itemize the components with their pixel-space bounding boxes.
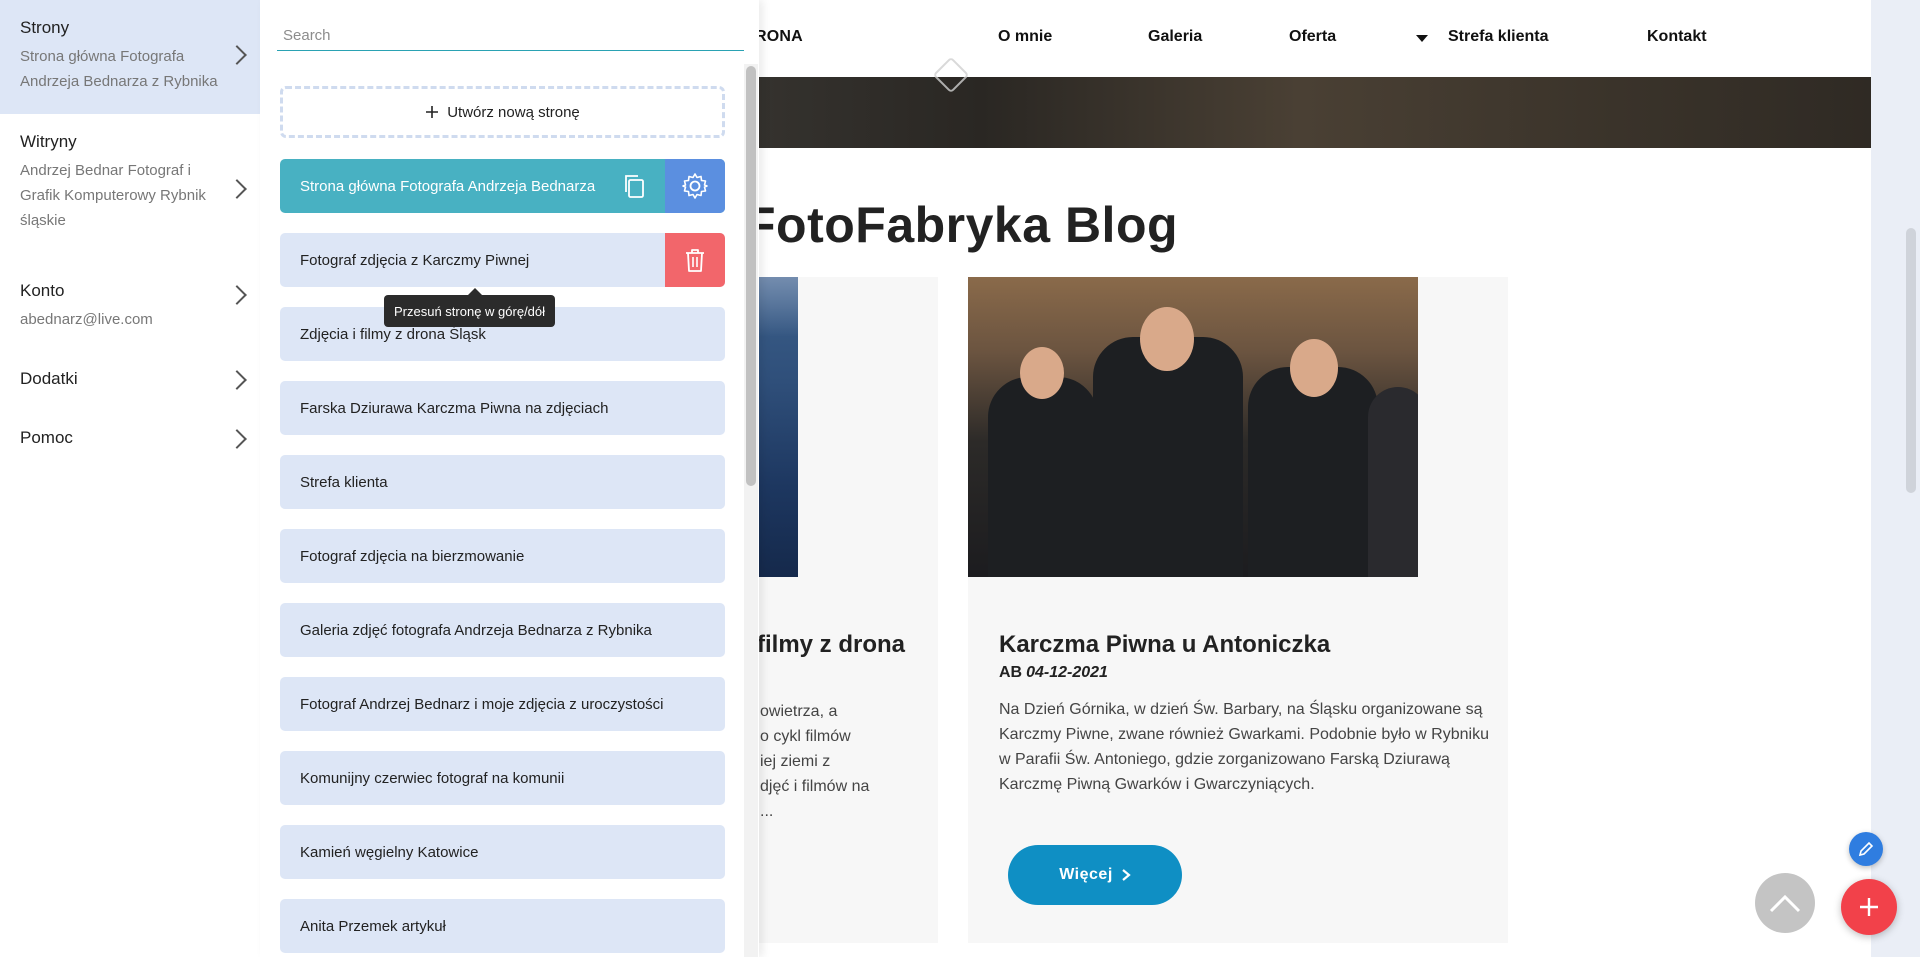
pages-panel: Utwórz nową stronę Strona główna Fotogra… [260,0,759,957]
page-item-label: Farska Dziurawa Karczma Piwna na zdjęcia… [300,399,609,417]
site-nav-kontakt[interactable]: Kontakt [1647,28,1707,46]
site-nav-strefa-klienta[interactable]: Strefa klienta [1448,28,1548,46]
blog-card-right-title[interactable]: Karczma Piwna u Antoniczka [999,631,1330,659]
chevron-up-icon [1769,894,1801,913]
page-item-label: Fotograf Andrzej Bednarz i moje zdjęcia … [300,695,664,713]
photo-person-head [1290,339,1338,397]
edit-button[interactable] [1849,832,1883,866]
blog-card-left-title[interactable]: filmy z drona [757,631,905,659]
page-scrollbar[interactable] [1906,228,1916,493]
nav-section-dodatki[interactable]: Dodatki [0,351,260,410]
page-item[interactable]: Anita Przemek artykuł [280,899,725,953]
page-item-label: Fotograf zdjęcia z Karczmy Piwnej [300,251,530,269]
page-item-label: Galeria zdjęć fotografa Andrzeja Bednarz… [300,621,652,639]
blog-card-author: AB [999,664,1023,681]
hero-image-strip [600,77,1871,148]
page-item-label: Zdjęcia i filmy z drona Śląsk [300,325,486,343]
site-nav-oferta[interactable]: Oferta [1289,28,1336,46]
plus-icon [1860,898,1878,916]
nav-section-strony[interactable]: Strony Strona główna Fotografa Andrzeja … [0,0,260,114]
site-nav-o-mnie[interactable]: O mnie [998,28,1052,46]
page-item-label: Kamień węgielny Katowice [300,843,479,861]
create-new-page-label: Utwórz nową stronę [447,103,580,121]
photo-person [1093,337,1243,577]
trash-icon [686,249,704,272]
nav-section-konto[interactable]: Konto abednarz@live.com [0,263,260,351]
nav-section-title: Pomoc [20,428,73,447]
create-new-page-button[interactable]: Utwórz nową stronę [280,86,725,138]
page-item[interactable]: Galeria zdjęć fotografa Andrzeja Bednarz… [280,603,725,657]
nav-section-title: Strony [20,18,70,37]
nav-section-title: Konto [20,281,65,300]
search-input[interactable] [277,20,744,51]
blog-card-left-text-line: djęć i filmów na [760,778,870,795]
page-item[interactable]: Fotograf Andrzej Bednarz i moje zdjęcia … [280,677,725,731]
copy-icon [625,175,644,198]
photo-person [1368,387,1418,577]
nav-section-title: Dodatki [20,369,78,388]
chevron-right-icon [227,45,247,65]
caret-down-icon[interactable] [1416,35,1428,42]
more-button-label: Więcej [1059,866,1113,883]
delete-page-button[interactable] [665,233,725,287]
gear-icon [682,173,708,199]
blog-card-left-text-line: iej ziemi z [760,753,831,770]
page-item-label: Anita Przemek artykuł [300,917,446,935]
page-item-label: Komunijny czerwiec fotograf na komunii [300,769,565,787]
page-settings-button[interactable] [665,159,725,213]
photo-person-head [1020,347,1064,399]
page-item[interactable]: Fotograf zdjęcia z Karczmy Piwnej [280,233,725,287]
page-item[interactable]: Kamień węgielny Katowice [280,825,725,879]
blog-card-right-text: Na Dzień Górnika, w dzień Św. Barbary, n… [999,701,1489,793]
add-element-button[interactable] [1841,879,1897,935]
chevron-right-icon [227,179,247,199]
more-button[interactable]: Więcej [1008,845,1182,905]
plus-icon [426,106,439,118]
page-item-label: Strefa klienta [300,473,388,491]
photo-person [988,377,1098,577]
blog-card-left-text-line: owietrza, a [760,703,838,720]
blog-title: FotoFabryka Blog [745,197,1179,253]
tooltip: Przesuń stronę w górę/dół [384,288,556,327]
page-item[interactable]: Fotograf zdjęcia na bierzmowanie [280,529,725,583]
page-item[interactable]: Komunijny czerwiec fotograf na komunii [280,751,725,805]
page-item[interactable]: Farska Dziurawa Karczma Piwna na zdjęcia… [280,381,725,435]
photo-person [1248,367,1378,577]
nav-section-subtitle: abednarz@live.com [20,311,153,328]
nav-section-title: Witryny [20,132,77,151]
page-item-label: Strona główna Fotografa Andrzeja Bednarz… [300,177,596,195]
site-brand[interactable]: RONA [755,28,803,46]
editor-left-nav: Strony Strona główna Fotografa Andrzeja … [0,0,260,957]
chevron-right-icon [1122,869,1131,881]
blog-card-left-text-line: o cykl filmów [760,728,851,745]
pages-scrollbar-thumb[interactable] [746,66,756,486]
nav-section-witryny[interactable]: Witryny Andrzej Bednar Fotograf i Grafik… [0,114,260,263]
nav-section-subtitle: Strona główna Fotografa Andrzeja Bednarz… [20,48,218,90]
blog-card-right-image[interactable] [968,277,1418,577]
photo-person-head [1140,307,1194,371]
blog-card-left-text: owietrza, a o cykl filmów iej ziemi z dj… [760,699,880,824]
blog-card-right-meta: AB 04-12-2021 [999,664,1108,682]
nav-section-subtitle: Andrzej Bednar Fotograf i Grafik Kompute… [20,162,206,229]
pencil-icon [1858,841,1874,857]
nav-section-pomoc[interactable]: Pomoc [0,410,260,469]
blog-card-date: 04-12-2021 [1026,664,1108,681]
page-item[interactable]: Strefa klienta [280,455,725,509]
duplicate-page-button[interactable] [605,159,665,213]
page-item-home[interactable]: Strona główna Fotografa Andrzeja Bednarz… [280,159,725,213]
site-nav-galeria[interactable]: Galeria [1148,28,1202,46]
page-item-label: Fotograf zdjęcia na bierzmowanie [300,547,525,565]
scroll-to-top-button[interactable] [1755,873,1815,933]
blog-card-left-text-line: ... [760,803,774,820]
